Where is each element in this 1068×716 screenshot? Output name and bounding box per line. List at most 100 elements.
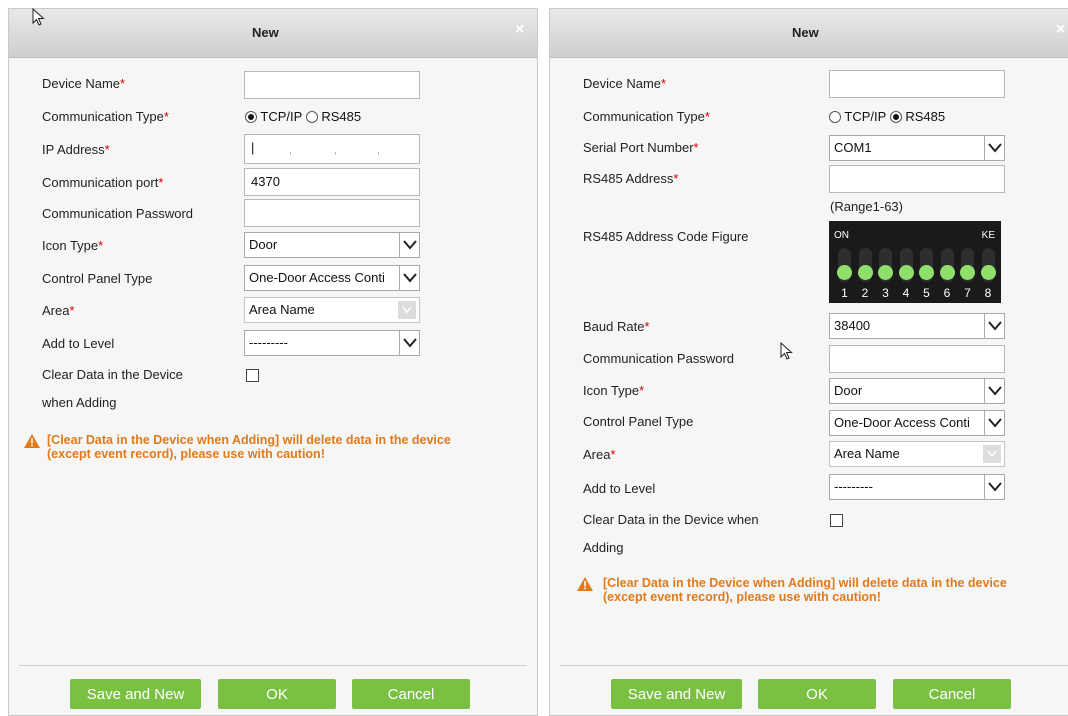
dip-ke-label: KE	[981, 230, 995, 241]
cancel-button[interactable]: Cancel	[352, 679, 470, 709]
ip-octet-separator	[378, 152, 379, 155]
dip-switch-number: 6	[943, 286, 951, 300]
clear-data-label: Clear Data in the Device	[42, 367, 183, 382]
save-and-new-button[interactable]: Save and New	[611, 679, 742, 709]
clear-data-checkbox[interactable]	[830, 514, 843, 527]
chevron-down-icon	[398, 301, 416, 319]
area-select[interactable]: Area Name	[829, 441, 1005, 467]
add-to-level-select[interactable]: ---------	[829, 474, 1005, 500]
dip-switch-knob	[878, 265, 893, 280]
cancel-button[interactable]: Cancel	[893, 679, 1011, 709]
communication-password-label: Communication Password	[583, 351, 735, 366]
communication-password-input[interactable]	[829, 345, 1005, 373]
clear-data-label: Clear Data in the Device when	[583, 512, 759, 527]
chevron-down-icon	[983, 445, 1001, 463]
ip-octet-separator	[290, 152, 291, 155]
baud-rate-label: Baud Rate*	[583, 319, 650, 334]
dip-switch-number: 7	[964, 286, 971, 300]
device-name-input[interactable]	[244, 71, 420, 99]
warning-icon	[24, 434, 40, 448]
control-panel-type-select[interactable]: One-Door Access Conti	[244, 265, 420, 291]
device-name-label: Device Name*	[42, 76, 126, 91]
add-to-level-select[interactable]: ---------	[244, 330, 420, 356]
control-panel-type-label: Control Panel Type	[42, 271, 153, 286]
icon-type-label: Icon Type*	[42, 238, 104, 253]
dip-switch-number: 8	[984, 286, 992, 300]
communication-port-input[interactable]: 4370	[244, 168, 420, 196]
tcpip-radio[interactable]	[245, 111, 257, 123]
dip-switch-number: 5	[923, 286, 930, 300]
serial-port-value: COM1	[834, 140, 872, 155]
clear-data-checkbox[interactable]	[246, 369, 259, 382]
communication-password-label: Communication Password	[42, 206, 194, 221]
control-panel-type-label: Control Panel Type	[583, 414, 694, 429]
serial-port-number-label: Serial Port Number*	[583, 140, 699, 155]
dialog-titlebar[interactable]: New ×	[9, 9, 537, 58]
ok-button[interactable]: OK	[218, 679, 336, 709]
area-label: Area*	[583, 447, 616, 462]
rs485-address-range-hint: (Range1-63)	[830, 199, 903, 214]
control-panel-type-value: One-Door Access Conti	[249, 270, 385, 285]
dip-switch-number: 1	[841, 286, 848, 300]
save-and-new-button[interactable]: Save and New	[70, 679, 201, 709]
chevron-down-icon[interactable]	[984, 314, 1004, 338]
icon-type-value: Door	[834, 383, 863, 398]
ok-button[interactable]: OK	[758, 679, 876, 709]
communication-type-label: Communication Type*	[42, 109, 169, 124]
dip-switch-number: 2	[861, 286, 869, 300]
dip-switch-knob	[939, 265, 955, 280]
rs485-radio-label: RS485	[321, 109, 362, 124]
warning-text-line1: [Clear Data in the Device when Adding] w…	[47, 433, 451, 447]
icon-type-select[interactable]: Door	[244, 232, 420, 258]
ip-address-input[interactable]: |	[244, 134, 420, 164]
dip-switch-knob	[919, 265, 934, 280]
chevron-down-icon[interactable]	[984, 379, 1004, 403]
mouse-pointer-icon	[780, 342, 793, 360]
dip-switch-knob	[980, 265, 996, 280]
communication-password-input[interactable]	[244, 199, 420, 227]
serial-port-select[interactable]: COM1	[829, 135, 1005, 161]
tcpip-radio-label: TCP/IP	[260, 109, 303, 124]
warning-icon	[577, 577, 593, 591]
dialog-title: New	[792, 25, 819, 40]
dip-on-label: ON	[834, 230, 849, 241]
baud-rate-value: 38400	[834, 318, 871, 333]
communication-type-radio-group: TCP/IP RS485	[245, 109, 361, 125]
close-icon[interactable]: ×	[1056, 22, 1065, 38]
control-panel-type-select[interactable]: One-Door Access Conti	[829, 410, 1005, 436]
area-value: Area Name	[249, 302, 315, 317]
rs485-radio[interactable]	[889, 111, 902, 123]
icon-type-label: Icon Type*	[583, 383, 645, 398]
dip-switch-knob	[837, 265, 852, 280]
communication-type-label: Communication Type*	[583, 109, 710, 124]
dip-switch-figure: ON KE 12345678	[829, 221, 1001, 303]
area-value: Area Name	[834, 446, 900, 461]
tcpip-radio[interactable]	[829, 111, 841, 123]
rs485-radio[interactable]	[305, 111, 318, 123]
rs485-address-code-figure-label: RS485 Address Code Figure	[583, 229, 749, 244]
add-to-level-label: Add to Level	[42, 336, 115, 351]
dialog-titlebar[interactable]: New ×	[550, 9, 1068, 58]
area-select[interactable]: Area Name	[244, 297, 420, 323]
chevron-down-icon[interactable]	[399, 331, 419, 355]
new-device-dialog-rs485: New × Device Name* Communication Type* T…	[549, 8, 1068, 716]
dip-switch-knob	[960, 265, 975, 280]
dip-switch-number: 3	[882, 286, 889, 300]
chevron-down-icon[interactable]	[984, 136, 1004, 160]
device-name-input[interactable]	[829, 70, 1005, 98]
close-icon[interactable]: ×	[515, 22, 524, 38]
warning-text-line2: (except event record), please use with c…	[47, 447, 325, 461]
chevron-down-icon[interactable]	[399, 266, 419, 290]
communication-type-radio-group: TCP/IP RS485	[829, 109, 945, 125]
chevron-down-icon[interactable]	[984, 475, 1004, 499]
baud-rate-select[interactable]: 38400	[829, 313, 1005, 339]
chevron-down-icon[interactable]	[984, 411, 1004, 435]
rs485-address-input[interactable]	[829, 165, 1005, 193]
chevron-down-icon[interactable]	[399, 233, 419, 257]
icon-type-select[interactable]: Door	[829, 378, 1005, 404]
add-to-level-label: Add to Level	[583, 481, 656, 496]
dip-switch-knob	[898, 265, 914, 280]
area-label: Area*	[42, 303, 75, 318]
footer-divider	[19, 665, 527, 666]
mouse-pointer-icon	[32, 8, 45, 26]
